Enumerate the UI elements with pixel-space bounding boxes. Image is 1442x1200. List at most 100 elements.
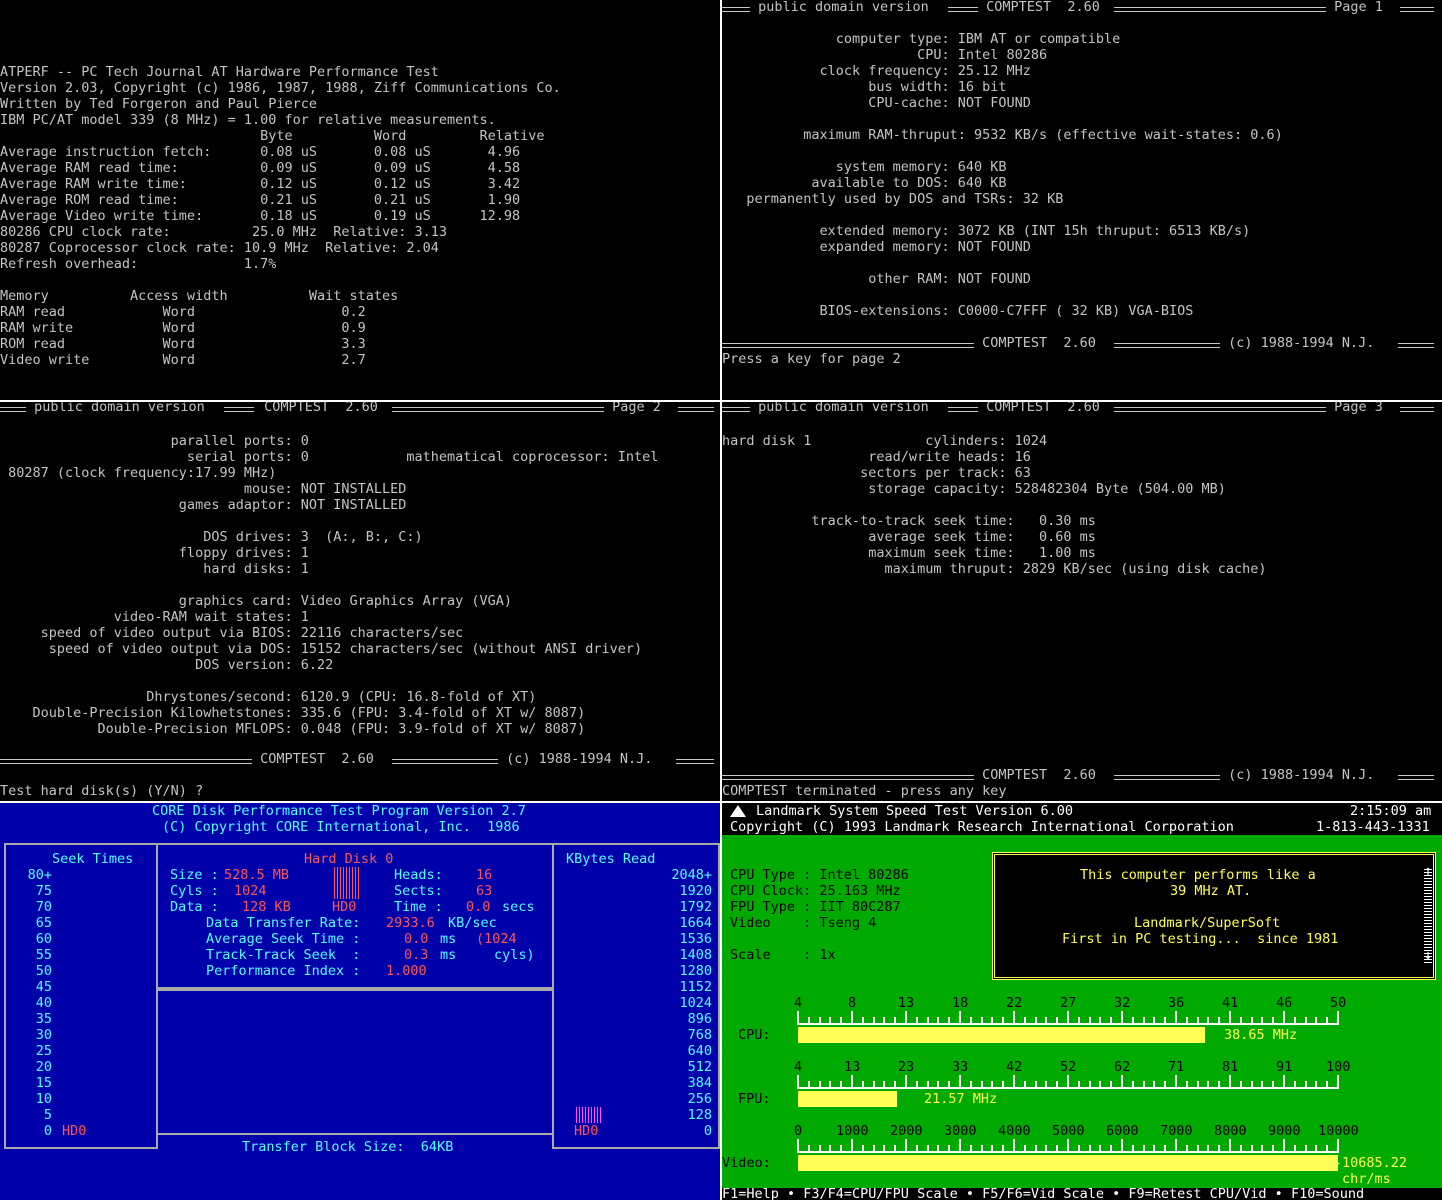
gauge-tick-mark xyxy=(991,1017,994,1025)
gauge-tick-mark xyxy=(915,1145,918,1153)
output-line: Memory Access width Wait states xyxy=(0,288,399,304)
output-line: Average ROM read time: 0.21 uS 0.21 uS 1… xyxy=(0,192,521,208)
output-line: RAM write Word 0.9 xyxy=(0,320,366,336)
atperf-output: ATPERF -- PC Tech Journal AT Hardware Pe… xyxy=(0,0,561,368)
gauge-tick-mark xyxy=(1218,1145,1221,1153)
scroll-down-icon[interactable]: ↓ xyxy=(1424,947,1432,963)
gauge-tick-mark xyxy=(1002,1017,1005,1025)
axis-tick-label: 0 xyxy=(43,1123,52,1139)
output-line: Average RAM write time: 0.12 uS 0.12 uS … xyxy=(0,176,521,192)
seek-times-title: Seek Times xyxy=(52,851,134,867)
prompt-text[interactable]: Test hard disk(s) (Y/N) ? xyxy=(0,783,203,799)
scale-setting[interactable]: Scale : 1x xyxy=(730,947,836,963)
gauge-tick-mark xyxy=(1164,1081,1167,1089)
gauge-tick-mark xyxy=(829,1081,832,1089)
scroll-up-icon[interactable]: ↑ xyxy=(1424,863,1432,879)
gauge-tick-mark xyxy=(948,1081,951,1089)
gauge-tick-mark xyxy=(1239,1017,1242,1025)
footer-rule-mid xyxy=(392,759,498,764)
gauge-tick-mark xyxy=(1185,1145,1188,1153)
footer-copyright: (c) 1988-1994 N.J. xyxy=(498,751,661,767)
avg-seek-cyls: (1024 xyxy=(476,931,517,947)
info-line: read/write heads: 16 xyxy=(722,449,1031,465)
performance-index-label: Performance Index : xyxy=(206,963,361,979)
gauge-tick-mark xyxy=(959,1075,961,1089)
info-line: clock frequency: 25.12 MHz xyxy=(722,63,1031,79)
gauge-tick-mark xyxy=(1261,1081,1264,1089)
track-seek-cyls: cyls) xyxy=(494,947,535,963)
gauge-tick-mark xyxy=(991,1081,994,1089)
gauge-tick-mark xyxy=(969,1145,972,1153)
info-line: BIOS-extensions: C0000-C7FFF ( 32 KB) VG… xyxy=(722,303,1194,319)
info-line xyxy=(0,673,658,689)
axis-tick-label: 20 xyxy=(35,1059,52,1075)
time-unit: secs xyxy=(502,899,535,915)
gauge-tick-mark xyxy=(969,1081,972,1089)
gauge-tick-mark xyxy=(1023,1017,1026,1025)
phone-number: 1-813-443-1331 xyxy=(1316,819,1430,835)
gauge-tick-mark xyxy=(1207,1017,1210,1025)
sects-label: Sects: xyxy=(394,883,443,899)
gauge-bar xyxy=(798,1027,1205,1043)
gauge-tick-mark xyxy=(1099,1017,1102,1025)
info-line: computer type: IBM AT or compatible xyxy=(722,31,1121,47)
axis-tick-label: 896 xyxy=(687,1011,712,1027)
axis-tick-label: 0 xyxy=(703,1123,712,1139)
info-line: DOS version: 6.22 xyxy=(0,657,334,673)
gauge-tick-label: 0 xyxy=(794,1123,803,1139)
gauge-tick-label: 100 xyxy=(1326,1059,1351,1075)
video-gauge-label: Video: xyxy=(722,1155,771,1171)
footer-rule-left xyxy=(0,759,252,764)
time-value: 0.0 xyxy=(466,899,491,915)
track-seek-unit: ms xyxy=(440,947,457,963)
gauge-tick-mark xyxy=(1175,1139,1177,1153)
gauge-tick-mark xyxy=(1142,1145,1145,1153)
gauge-tick-mark xyxy=(1142,1081,1145,1089)
gauge-tick-mark xyxy=(1250,1145,1253,1153)
gauge-tick-mark xyxy=(1077,1145,1080,1153)
gauge-tick-mark xyxy=(1034,1145,1037,1153)
gauge-tick-mark xyxy=(1326,1081,1329,1089)
gauge-tick-mark xyxy=(1131,1145,1134,1153)
transfer-rate-label: Data Transfer Rate: xyxy=(206,915,361,931)
info-line xyxy=(722,287,1283,303)
seek-times-frame xyxy=(4,843,158,1149)
result-line-2: 39 MHz AT. xyxy=(1170,883,1252,899)
gauge-tick-mark xyxy=(818,1081,821,1089)
info-line: other RAM: NOT FOUND xyxy=(722,271,1031,287)
gauge-tick-mark xyxy=(1023,1081,1026,1089)
gauge-tick-mark xyxy=(937,1145,940,1153)
header-rule-left xyxy=(0,407,26,412)
gauge-tick-mark xyxy=(1272,1017,1275,1025)
gauge-tick-mark xyxy=(937,1017,940,1025)
info-line: mouse: NOT INSTALLED xyxy=(0,481,407,497)
header-rule-mid1 xyxy=(948,407,978,412)
axis-tick-label: 1152 xyxy=(679,979,712,995)
gauge-tick-mark xyxy=(1099,1081,1102,1089)
footer-rule-right xyxy=(1398,775,1434,780)
output-line: Average RAM read time: 0.09 uS 0.09 uS 4… xyxy=(0,160,521,176)
gauge-tick-mark xyxy=(807,1145,810,1153)
axis-tick-label: 15 xyxy=(35,1075,52,1091)
kbytes-read-title: KBytes Read xyxy=(566,851,656,867)
info-line: speed of video output via DOS: 15152 cha… xyxy=(0,641,643,657)
copyright: Copyright (C) 1993 Landmark Research Int… xyxy=(730,819,1234,835)
gauge-tick-label: 13 xyxy=(898,995,915,1011)
gauge-tick-mark xyxy=(1056,1145,1059,1153)
gauge-tick-mark xyxy=(1293,1081,1296,1089)
fpu-gauge-value: 21.57 MHz xyxy=(924,1091,998,1107)
gauge-tick-mark xyxy=(1293,1017,1296,1025)
header-rule-mid1 xyxy=(948,7,978,12)
info-line: Double-Precision MFLOPS: 0.048 (FPU: 3.9… xyxy=(0,721,586,737)
gauge-tick-mark xyxy=(1088,1081,1091,1089)
prompt-text[interactable]: COMPTEST terminated - press any key xyxy=(722,783,1006,799)
result-line-3: Landmark/SuperSoft xyxy=(1134,915,1281,931)
avg-seek-value: 0.0 xyxy=(404,931,429,947)
comptest-page3-panel: public domain version COMPTEST 2.60 Page… xyxy=(722,402,1442,801)
gauge-tick-mark xyxy=(1088,1145,1091,1153)
gauge-tick-mark xyxy=(959,1011,961,1025)
function-key-help[interactable]: F1=Help • F3/F4=CPU/FPU Scale • F5/F6=Vi… xyxy=(722,1186,1364,1200)
gauge-tick-mark xyxy=(980,1145,983,1153)
